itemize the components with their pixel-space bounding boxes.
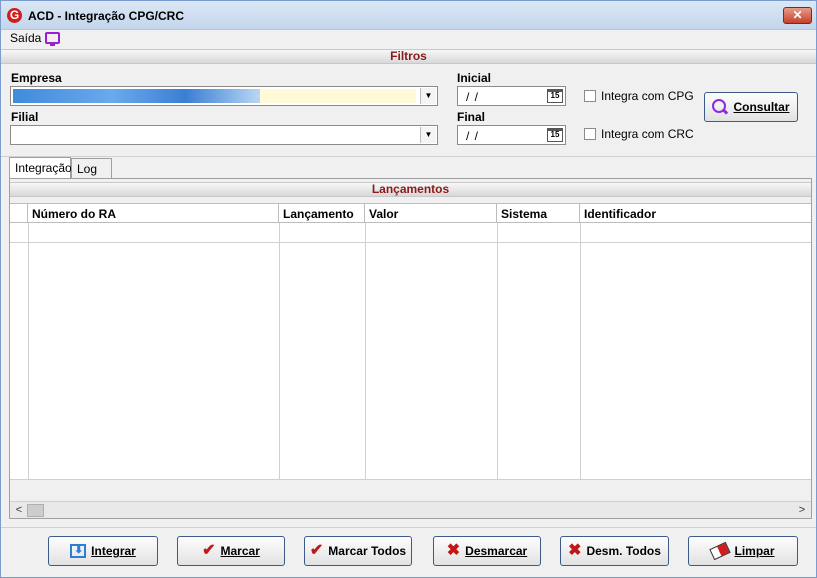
col-identificador[interactable]: Identificador bbox=[580, 204, 811, 223]
menu-saida[interactable]: Saída bbox=[10, 31, 41, 45]
filial-select[interactable]: ▼ bbox=[10, 125, 438, 145]
tab-log[interactable]: Log bbox=[71, 158, 112, 179]
final-date-input[interactable]: / / 15 bbox=[457, 125, 566, 145]
desm-todos-label: Desm. Todos bbox=[586, 544, 661, 558]
empresa-label: Empresa bbox=[11, 71, 62, 85]
final-label: Final bbox=[457, 110, 486, 124]
divider bbox=[1, 156, 816, 157]
integra-crc-checkbox[interactable] bbox=[584, 128, 596, 140]
grid-footer bbox=[10, 479, 811, 501]
consultar-button[interactable]: Consultar bbox=[704, 92, 798, 122]
integra-crc-label: Integra com CRC bbox=[601, 127, 694, 141]
main-window: G ACD - Integração CPG/CRC ✕ Saída Filtr… bbox=[0, 0, 817, 578]
close-button[interactable]: ✕ bbox=[783, 7, 812, 24]
marcar-todos-label: Marcar Todos bbox=[328, 544, 407, 558]
app-logo-icon: G bbox=[7, 8, 22, 23]
lancamentos-grid[interactable]: Número do RA Lançamento Valor Sistema Id… bbox=[10, 203, 811, 503]
integra-cpg-checkbox[interactable] bbox=[584, 90, 596, 102]
window-title: ACD - Integração CPG/CRC bbox=[28, 9, 185, 23]
grid-col-line bbox=[279, 223, 280, 503]
grid-col-line bbox=[580, 223, 581, 503]
x-mark-icon: ✖ bbox=[446, 542, 461, 559]
marcar-todos-button[interactable]: ✔ Marcar Todos bbox=[304, 536, 412, 566]
integrar-label: Integrar bbox=[91, 544, 136, 558]
scroll-thumb[interactable] bbox=[27, 504, 44, 517]
limpar-button[interactable]: Limpar bbox=[688, 536, 798, 566]
lancamentos-header: Lançamentos bbox=[10, 182, 811, 197]
inicial-date-input[interactable]: / / 15 bbox=[457, 86, 566, 106]
search-icon bbox=[712, 99, 728, 115]
monitor-icon[interactable] bbox=[45, 32, 60, 46]
integra-cpg-label: Integra com CPG bbox=[601, 89, 694, 103]
menu-bar: Saída bbox=[1, 30, 816, 48]
col-valor[interactable]: Valor bbox=[365, 204, 497, 223]
empresa-selected-value bbox=[13, 89, 260, 103]
filial-label: Filial bbox=[11, 110, 39, 124]
horizontal-scrollbar[interactable]: < > bbox=[10, 501, 811, 518]
limpar-label: Limpar bbox=[734, 544, 775, 558]
desm-todos-button[interactable]: ✖ Desm. Todos bbox=[560, 536, 669, 566]
chevron-down-icon[interactable]: ▼ bbox=[420, 88, 436, 104]
final-date-value: / / bbox=[466, 129, 480, 143]
lancamentos-panel: Lançamentos Número do RA Lançamento Valo… bbox=[9, 178, 812, 519]
integrar-button[interactable]: Integrar bbox=[48, 536, 158, 566]
divider bbox=[1, 527, 816, 528]
grid-col-line bbox=[497, 223, 498, 503]
filtros-header: Filtros bbox=[1, 49, 816, 64]
grid-col-line bbox=[365, 223, 366, 503]
eraser-icon bbox=[709, 541, 732, 561]
grid-col-line bbox=[28, 223, 29, 503]
calendar-icon[interactable]: 15 bbox=[547, 128, 563, 142]
tab-integracao[interactable]: Integração bbox=[9, 157, 72, 179]
x-mark-icon: ✖ bbox=[568, 542, 582, 559]
chevron-down-icon[interactable]: ▼ bbox=[420, 127, 436, 143]
inicial-label: Inicial bbox=[457, 71, 492, 85]
desmarcar-label: Desmarcar bbox=[465, 544, 528, 558]
row-indicator-header bbox=[10, 204, 28, 223]
inicial-date-value: / / bbox=[466, 90, 480, 104]
marcar-button[interactable]: ✔ Marcar bbox=[177, 536, 285, 566]
scroll-right-icon[interactable]: > bbox=[794, 503, 810, 517]
table-row[interactable] bbox=[10, 242, 811, 243]
col-lancamento[interactable]: Lançamento bbox=[279, 204, 365, 223]
empresa-select[interactable]: ▼ bbox=[10, 86, 438, 106]
empresa-highlight bbox=[260, 89, 416, 103]
title-bar: G ACD - Integração CPG/CRC ✕ bbox=[1, 1, 816, 30]
checkmark-icon: ✔ bbox=[202, 542, 216, 559]
marcar-label: Marcar bbox=[220, 544, 260, 558]
col-sistema[interactable]: Sistema bbox=[497, 204, 580, 223]
download-tray-icon bbox=[70, 543, 87, 558]
calendar-icon[interactable]: 15 bbox=[547, 89, 563, 103]
col-numero-ra[interactable]: Número do RA bbox=[28, 204, 279, 223]
consultar-label: Consultar bbox=[733, 100, 790, 114]
checkmark-icon: ✔ bbox=[309, 542, 324, 559]
desmarcar-button[interactable]: ✖ Desmarcar bbox=[433, 536, 541, 566]
scroll-left-icon[interactable]: < bbox=[11, 503, 27, 517]
